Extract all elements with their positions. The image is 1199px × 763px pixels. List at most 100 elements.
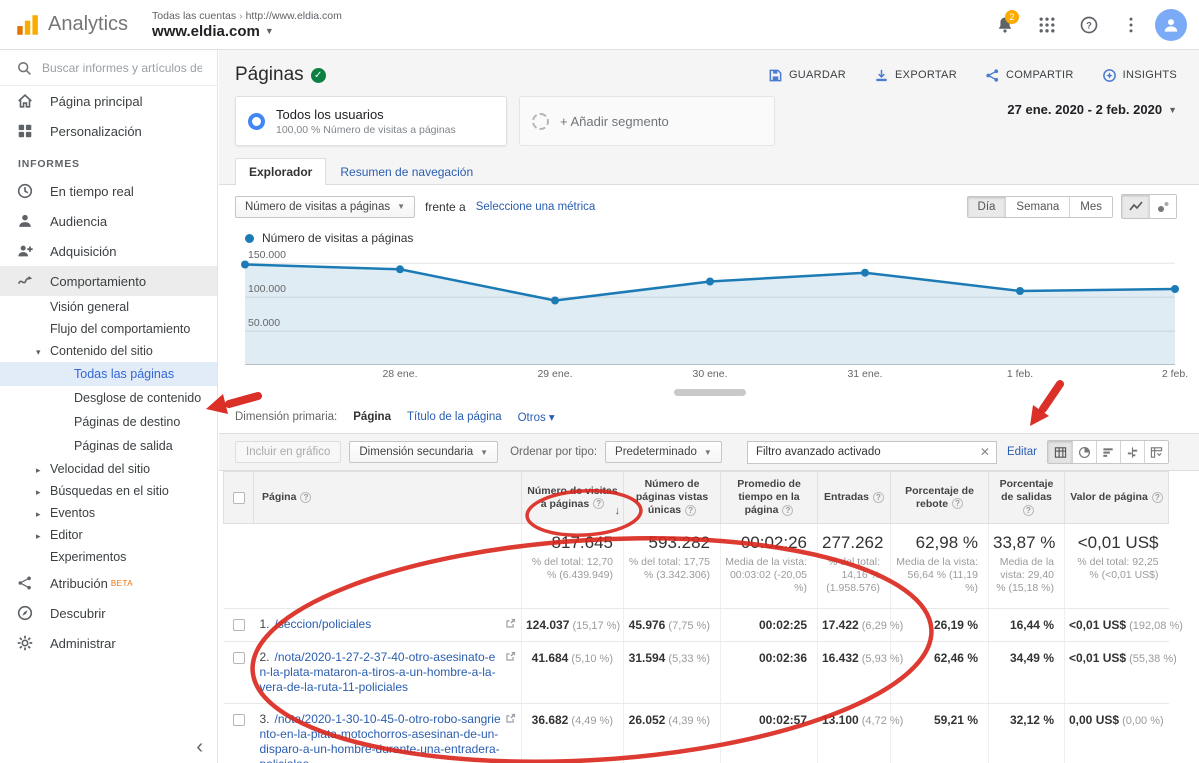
metric-selector[interactable]: Número de visitas a páginas ▼ bbox=[235, 196, 415, 218]
export-button[interactable]: EXPORTAR bbox=[874, 68, 957, 83]
help-icon[interactable]: ? bbox=[952, 498, 963, 509]
column-header-pageviews[interactable]: Número de visitas a páginas?↓ bbox=[522, 472, 624, 524]
open-page-icon[interactable] bbox=[505, 651, 516, 662]
primary-dimension-bar: Dimensión primaria: Página Título de la … bbox=[219, 396, 1199, 433]
segment-all-users[interactable]: Todos los usuarios 100,00 % Número de vi… bbox=[235, 96, 507, 146]
sidebar-item-customization[interactable]: Personalización bbox=[0, 116, 217, 146]
tab-resumen-navegacion[interactable]: Resumen de navegación bbox=[326, 159, 487, 185]
dimension-page-title[interactable]: Título de la página bbox=[407, 411, 502, 423]
comparison-view-button[interactable] bbox=[1120, 441, 1144, 463]
help-icon[interactable]: ? bbox=[782, 505, 793, 516]
column-header-unique-pageviews[interactable]: Número de páginas vistas únicas? bbox=[624, 472, 721, 524]
column-header-page-value[interactable]: Valor de página? bbox=[1065, 472, 1169, 524]
dimension-other[interactable]: Otros ▾ bbox=[518, 410, 555, 424]
select-metric-link[interactable]: Seleccione una métrica bbox=[476, 201, 596, 213]
help-icon[interactable]: ? bbox=[1023, 505, 1034, 516]
sidebar-item-label: Contenido del sitio bbox=[50, 344, 153, 358]
dimension-page[interactable]: Página bbox=[353, 411, 391, 423]
search-input[interactable] bbox=[42, 61, 202, 75]
secondary-dimension-selector[interactable]: Dimensión secundaria ▼ bbox=[349, 441, 498, 463]
notifications-button[interactable]: 2 bbox=[987, 7, 1023, 43]
insights-icon bbox=[1102, 68, 1117, 83]
clear-filter-icon[interactable]: ✕ bbox=[980, 445, 990, 459]
sidebar-item-site-speed[interactable]: ▸ Velocidad del sitio bbox=[0, 458, 217, 480]
add-segment-button[interactable]: + Añadir segmento bbox=[519, 96, 775, 146]
help-icon[interactable]: ? bbox=[685, 505, 696, 516]
open-page-icon[interactable] bbox=[505, 713, 516, 724]
sidebar-item-home[interactable]: Página principal bbox=[0, 86, 217, 116]
granularity-day-button[interactable]: Día bbox=[968, 197, 1006, 217]
sidebar-item-exit-pages[interactable]: Páginas de salida bbox=[0, 434, 217, 458]
line-chart-plot[interactable] bbox=[245, 253, 1175, 365]
column-header-entrances[interactable]: Entradas? bbox=[818, 472, 891, 524]
sidebar-item-attribution[interactable]: Atribución BETA bbox=[0, 568, 217, 598]
more-options-button[interactable] bbox=[1113, 7, 1149, 43]
row-rank: 1. bbox=[260, 617, 270, 631]
granularity-week-button[interactable]: Semana bbox=[1005, 197, 1069, 217]
help-icon[interactable]: ? bbox=[593, 498, 604, 509]
analytics-home-link[interactable]: Analytics bbox=[0, 12, 138, 38]
tab-explorador[interactable]: Explorador bbox=[235, 158, 326, 185]
sidebar-item-acquisition[interactable]: Adquisición bbox=[0, 236, 217, 266]
account-switcher[interactable]: Todas las cuentas›http://www.eldia.com w… bbox=[152, 10, 342, 40]
apps-grid-button[interactable] bbox=[1029, 7, 1065, 43]
column-header-exit-rate[interactable]: Porcentaje de salidas? bbox=[989, 472, 1065, 524]
help-icon[interactable]: ? bbox=[873, 492, 884, 503]
open-page-icon[interactable] bbox=[505, 618, 516, 629]
data-view-button[interactable] bbox=[1048, 441, 1072, 463]
page-link[interactable]: /nota/2020-1-30-10-45-0-otro-robo-sangri… bbox=[260, 712, 501, 763]
column-header-bounce-rate[interactable]: Porcentaje de rebote? bbox=[891, 472, 989, 524]
column-header-avg-time[interactable]: Promedio de tiempo en la página? bbox=[721, 472, 818, 524]
line-chart-view-button[interactable] bbox=[1122, 195, 1149, 218]
sidebar-item-all-pages[interactable]: Todas las páginas bbox=[0, 362, 217, 386]
date-range-selector[interactable]: 27 ene. 2020 - 2 feb. 2020 ▼ bbox=[1007, 96, 1177, 117]
sidebar-item-experiments[interactable]: Experimentos bbox=[0, 546, 217, 568]
help-icon[interactable]: ? bbox=[1152, 492, 1163, 503]
vs-label: frente a bbox=[425, 200, 466, 214]
sidebar-item-overview[interactable]: Visión general bbox=[0, 296, 217, 318]
chevron-right-icon: ▸ bbox=[36, 462, 41, 478]
edit-filter-link[interactable]: Editar bbox=[1007, 446, 1037, 458]
sidebar-item-site-search[interactable]: ▸ Búsquedas en el sitio bbox=[0, 480, 217, 502]
select-all-checkbox[interactable] bbox=[233, 492, 245, 504]
percentage-view-button[interactable] bbox=[1072, 441, 1096, 463]
share-button[interactable]: COMPARTIR bbox=[985, 68, 1074, 83]
sidebar-item-behavior[interactable]: Comportamiento bbox=[0, 266, 217, 296]
sidebar-search[interactable] bbox=[0, 50, 217, 86]
sidebar-item-discover[interactable]: Descubrir bbox=[0, 598, 217, 628]
row-checkbox[interactable] bbox=[233, 652, 245, 664]
sidebar-collapse-button[interactable]: ‹ bbox=[196, 737, 203, 757]
avatar[interactable] bbox=[1155, 9, 1187, 41]
metric-value: 00:02:25 bbox=[759, 618, 807, 632]
plot-rows-button[interactable]: Incluir en gráfico bbox=[235, 441, 341, 463]
sidebar-item-content-drilldown[interactable]: Desglose de contenido bbox=[0, 386, 217, 410]
row-checkbox[interactable] bbox=[233, 714, 245, 726]
page-link[interactable]: /seccion/policiales bbox=[275, 617, 372, 631]
help-button[interactable]: ? bbox=[1071, 7, 1107, 43]
save-button[interactable]: GUARDAR bbox=[768, 68, 846, 83]
save-icon bbox=[768, 68, 783, 83]
insights-button[interactable]: INSIGHTS bbox=[1102, 68, 1177, 83]
sidebar-item-audience[interactable]: Audiencia bbox=[0, 206, 217, 236]
performance-view-button[interactable] bbox=[1096, 441, 1120, 463]
motion-chart-view-button[interactable] bbox=[1149, 195, 1176, 218]
sidebar-item-events[interactable]: ▸ Eventos bbox=[0, 502, 217, 524]
advanced-filter-chip[interactable]: Filtro avanzado activado ✕ bbox=[747, 441, 997, 464]
chart-scroll-handle[interactable] bbox=[674, 389, 746, 396]
pivot-view-button[interactable] bbox=[1144, 441, 1168, 463]
sidebar-item-site-content[interactable]: ▾ Contenido del sitio bbox=[0, 340, 217, 362]
row-checkbox[interactable] bbox=[233, 619, 245, 631]
column-header-page[interactable]: Página? bbox=[254, 472, 522, 524]
sidebar-item-label: Descubrir bbox=[50, 606, 106, 621]
sidebar-item-realtime[interactable]: En tiempo real bbox=[0, 176, 217, 206]
x-axis-tick-label: 29 ene. bbox=[537, 368, 572, 380]
granularity-month-button[interactable]: Mes bbox=[1069, 197, 1112, 217]
sort-type-selector[interactable]: Predeterminado ▼ bbox=[605, 441, 722, 463]
sidebar-item-label: Velocidad del sitio bbox=[50, 462, 150, 476]
sidebar-item-admin[interactable]: Administrar bbox=[0, 628, 217, 658]
sidebar-item-behavior-flow[interactable]: Flujo del comportamiento bbox=[0, 318, 217, 340]
help-icon[interactable]: ? bbox=[300, 492, 311, 503]
page-link[interactable]: /nota/2020-1-27-2-37-40-otro-asesinato-e… bbox=[260, 650, 496, 694]
sidebar-item-publisher[interactable]: ▸ Editor bbox=[0, 524, 217, 546]
sidebar-item-landing-pages[interactable]: Páginas de destino bbox=[0, 410, 217, 434]
